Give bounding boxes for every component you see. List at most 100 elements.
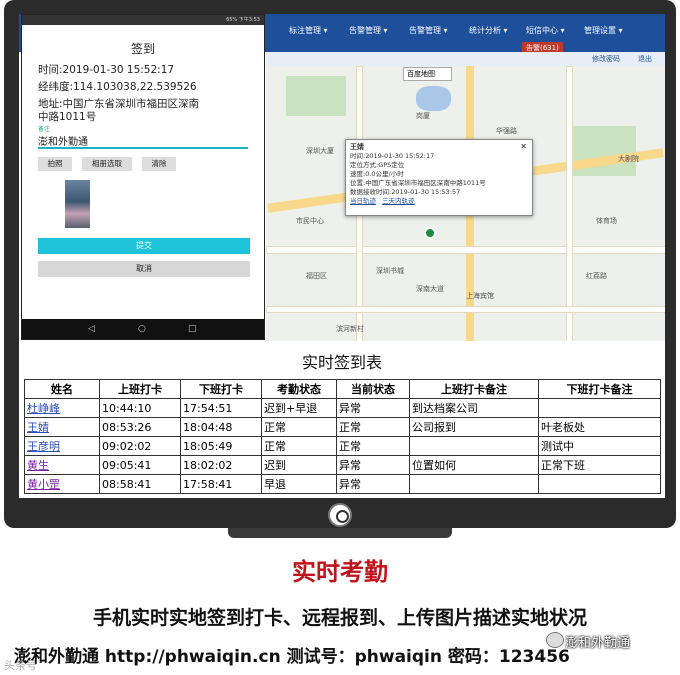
map-label: 大剧院 — [618, 155, 639, 163]
col-header: 下班打卡 — [180, 379, 262, 399]
map-label: 市民中心 — [296, 217, 324, 225]
employee-name-link[interactable]: 黄生 — [24, 455, 100, 475]
table-row: 黄小罡 08:58:41 17:58:41 早退 异常 — [24, 474, 661, 494]
monitor-frame: 标注管理 ▾ 告警管理 ▾ 告警管理 ▾ 统计分析 ▾ 短信中心 ▾ 管理设置 … — [4, 0, 676, 528]
table-cell: 17:58:41 — [180, 474, 262, 494]
checkin-coords: 经纬度:114.103038,22.539526 — [38, 81, 197, 93]
employee-name[interactable]: 王婧 — [27, 421, 49, 434]
nav-item-alarm-mgmt-2[interactable]: 告警管理 ▾ — [409, 25, 448, 36]
nav-item-sms[interactable]: 短信中心 ▾ — [526, 25, 565, 36]
table-cell: 正常 — [261, 436, 337, 456]
nav-item-label-mgmt[interactable]: 标注管理 ▾ — [289, 25, 328, 36]
table-cell: 18:04:48 — [180, 417, 262, 437]
map-label: 体育场 — [596, 217, 617, 225]
today-track-link[interactable]: 当日轨迹 — [350, 197, 376, 205]
popup-name: 王婧 — [350, 143, 364, 151]
col-header: 姓名 — [24, 379, 100, 399]
take-photo-button[interactable]: 拍照 — [38, 157, 72, 171]
change-password-link[interactable]: 修改密码 — [592, 54, 620, 64]
phone-status-bar: 65% 下午3:53 — [22, 15, 264, 25]
employee-name-link[interactable]: 杜峥峰 — [24, 398, 100, 418]
employee-name[interactable]: 黄生 — [27, 459, 49, 472]
cancel-button[interactable]: 取消 — [38, 261, 250, 277]
popup-method: 定位方式:GPS定位 — [350, 161, 405, 169]
nav-item-alarm-mgmt[interactable]: 告警管理 ▾ — [349, 25, 388, 36]
table-cell: 18:02:02 — [180, 455, 262, 475]
location-marker-icon[interactable] — [424, 227, 436, 239]
close-icon[interactable]: ✕ — [520, 142, 527, 151]
table-cell: 异常 — [336, 455, 410, 475]
home-icon[interactable]: ○ — [138, 324, 146, 334]
table-cell: 异常 — [336, 398, 410, 418]
employee-name[interactable]: 王彦明 — [27, 440, 60, 453]
popup-location: 位置:中国广东省深圳市福田区深南中路1011号 — [350, 179, 486, 187]
table-cell: 18:05:49 — [180, 436, 262, 456]
table-cell — [409, 436, 539, 456]
map-type-select[interactable]: 百度地图 — [403, 67, 452, 81]
table-cell: 公司报到 — [409, 417, 539, 437]
note-input[interactable]: 澎和外勤通 — [38, 133, 248, 149]
wechat-account-badge: 澎和外勤通 — [565, 636, 631, 651]
table-cell: 位置如何 — [409, 455, 539, 475]
table-cell: 迟到 — [261, 455, 337, 475]
col-header: 下班打卡备注 — [538, 379, 661, 399]
checkin-time: 时间:2019-01-30 15:52:17 — [38, 64, 175, 76]
phone-nav-bar: ◁ ○ □ — [22, 319, 264, 339]
map-road — [566, 66, 573, 341]
logout-link[interactable]: 退出 — [638, 54, 652, 64]
table-cell: 迟到+早退 — [261, 398, 337, 418]
clear-button[interactable]: 清除 — [142, 157, 176, 171]
map-label: 福田区 — [306, 272, 327, 280]
employee-name[interactable]: 杜峥峰 — [27, 402, 60, 415]
table-cell: 08:53:26 — [99, 417, 181, 437]
nav-item-stats[interactable]: 统计分析 ▾ — [469, 25, 508, 36]
table-cell — [409, 474, 539, 494]
three-day-track-link[interactable]: 三天内轨迹 — [382, 197, 415, 205]
nav-item-settings[interactable]: 管理设置 ▾ — [584, 25, 623, 36]
recent-apps-icon[interactable]: □ — [188, 324, 197, 334]
table-row: 黄生 09:05:41 18:02:02 迟到 异常 位置如何 正常下班 — [24, 455, 661, 475]
employee-name-link[interactable]: 王彦明 — [24, 436, 100, 456]
map-label: 岗厦 — [416, 112, 430, 120]
table-cell: 10:44:10 — [99, 398, 181, 418]
checkin-address-2: 中路1011号 — [38, 111, 97, 123]
table-cell: 正常 — [336, 436, 410, 456]
table-cell: 正常下班 — [538, 455, 661, 475]
wechat-icon — [546, 632, 564, 648]
employee-name-link[interactable]: 王婧 — [24, 417, 100, 437]
map-road — [266, 306, 665, 313]
table-row: 王婧 08:53:26 18:04:48 正常 正常 公司报到 叶老板处 — [24, 417, 661, 437]
table-cell: 异常 — [336, 474, 410, 494]
table-cell — [538, 474, 661, 494]
map-park — [286, 76, 346, 116]
col-header: 上班打卡 — [99, 379, 181, 399]
submit-button[interactable]: 提交 — [38, 238, 250, 254]
map-label: 上海宾馆 — [466, 292, 494, 300]
map-road — [266, 246, 665, 254]
employee-name-link[interactable]: 黄小罡 — [24, 474, 100, 494]
album-select-button[interactable]: 相册选取 — [82, 157, 132, 171]
table-cell: 到达档案公司 — [409, 398, 539, 418]
col-header: 上班打卡备注 — [409, 379, 539, 399]
table-header-row: 姓名 上班打卡 下班打卡 考勤状态 当前状态 上班打卡备注 下班打卡备注 — [24, 379, 661, 399]
location-info-popup: ✕ 王婧 时间:2019-01-30 15:52:17 定位方式:GPS定位 速… — [345, 139, 533, 216]
phone-screen: 65% 下午3:53 签到 时间:2019-01-30 15:52:17 经纬度… — [21, 14, 265, 340]
col-header: 考勤状态 — [261, 379, 337, 399]
back-icon[interactable]: ◁ — [88, 324, 95, 334]
table-cell: 09:05:41 — [99, 455, 181, 475]
promo-title: 实时考勤 — [292, 557, 388, 586]
power-button — [328, 503, 352, 527]
photo-thumbnail[interactable] — [65, 180, 90, 228]
table-row: 王彦明 09:02:02 18:05:49 正常 正常 测试中 — [24, 436, 661, 456]
employee-name[interactable]: 黄小罡 — [27, 478, 60, 491]
table-cell: 正常 — [261, 417, 337, 437]
table-cell: 09:02:02 — [99, 436, 181, 456]
map-label: 深南大道 — [416, 285, 444, 293]
watermark: 头条号 — [4, 659, 37, 672]
map-label: 华强路 — [496, 127, 517, 135]
table-cell: 08:58:41 — [99, 474, 181, 494]
monitor-stand — [228, 528, 452, 538]
table-cell: 测试中 — [538, 436, 661, 456]
monitor-screen: 标注管理 ▾ 告警管理 ▾ 告警管理 ▾ 统计分析 ▾ 短信中心 ▾ 管理设置 … — [19, 14, 665, 498]
map-label: 深圳书城 — [376, 267, 404, 275]
